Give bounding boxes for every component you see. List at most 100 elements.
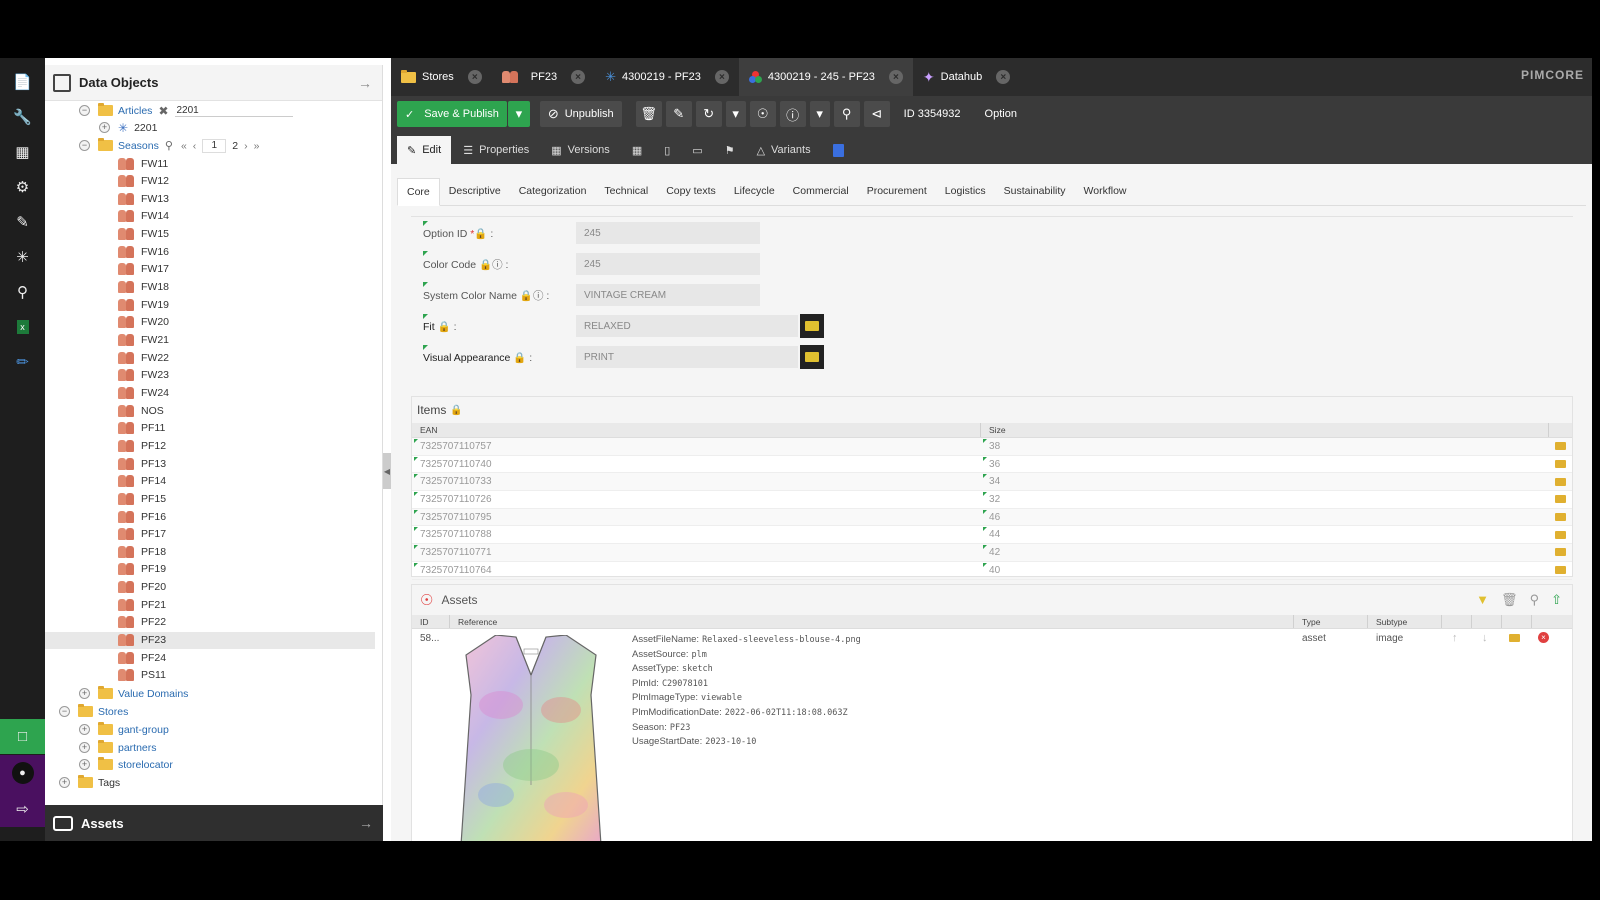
tree-node-label[interactable]: FW18 <box>141 281 169 293</box>
tree-node-label[interactable]: PF22 <box>141 616 166 628</box>
tree-node-season[interactable]: FW16 <box>45 243 375 260</box>
tree-node-label[interactable]: FW11 <box>141 158 168 170</box>
reload-options-dropdown[interactable]: ▾ <box>725 101 746 127</box>
tree-node-season[interactable]: PF20 <box>45 579 375 596</box>
subtype-column-header[interactable]: Subtype <box>1368 615 1442 628</box>
page-input[interactable]: 1 <box>202 138 227 153</box>
info-button[interactable]: ⓘ <box>779 101 806 127</box>
chat-icon[interactable]: □ <box>0 719 45 754</box>
tree-node-season[interactable]: FW15 <box>45 226 375 243</box>
expand-toggle-icon[interactable]: + <box>79 759 90 770</box>
analytics-icon[interactable]: ▦ <box>0 135 45 169</box>
tree-node-season[interactable]: FW21 <box>45 332 375 349</box>
fit-open-relation-button[interactable] <box>800 314 824 338</box>
subtab-edit[interactable]: ✎ Edit <box>397 136 452 164</box>
tree-node-value-domains[interactable]: + Value Domains <box>45 685 375 702</box>
tree-node-label[interactable]: Stores <box>98 706 128 718</box>
tree-node-season[interactable]: FW17 <box>45 261 375 278</box>
show-in-tree-button[interactable]: ☉ <box>749 101 776 127</box>
next-page-number[interactable]: 2 <box>232 140 238 152</box>
option-id-field[interactable]: 245 <box>576 222 760 244</box>
unpublish-button[interactable]: ⊘ Unpublish <box>539 101 622 127</box>
collapse-toggle-icon[interactable]: − <box>59 706 70 717</box>
tree-node-label[interactable]: FW19 <box>141 299 169 311</box>
open-item-button[interactable] <box>1549 544 1572 561</box>
tree-node-season[interactable]: FW19 <box>45 296 375 313</box>
content-tab-descriptive[interactable]: Descriptive <box>440 177 510 205</box>
ean-column-header[interactable]: EAN <box>412 423 982 437</box>
tree-node-label[interactable]: FW12 <box>141 175 169 187</box>
expand-assets-arrow-icon[interactable]: → <box>359 815 373 831</box>
tree-node-label[interactable]: PF19 <box>141 563 166 575</box>
open-item-button[interactable] <box>1549 456 1572 473</box>
subtab-tags[interactable]: ⚑ <box>715 136 745 164</box>
search-button[interactable]: ⚲ <box>833 101 860 127</box>
excel-icon[interactable]: x <box>0 310 45 344</box>
tree-node-label[interactable]: 2201 <box>134 122 157 134</box>
tree-node-label[interactable]: FW14 <box>141 210 169 222</box>
search-icon[interactable]: ⚲ <box>0 275 45 309</box>
asset-thumbnail-image[interactable] <box>456 635 606 841</box>
tree-node-label[interactable]: Seasons <box>118 140 159 152</box>
close-tab-icon[interactable]: × <box>467 70 482 84</box>
tab-article-4300219[interactable]: ✳ 4300219 - PF23 × <box>595 58 739 96</box>
expand-toggle-icon[interactable]: + <box>99 122 110 133</box>
table-row[interactable]: 7325707110726 32 <box>412 491 1572 509</box>
collapse-toggle-icon[interactable]: − <box>79 105 90 116</box>
close-tab-icon[interactable]: × <box>996 70 1011 84</box>
tree-node-season[interactable]: PF11 <box>45 420 375 437</box>
expand-toggle-icon[interactable]: + <box>59 777 70 788</box>
table-row[interactable]: 7325707110757 38 <box>412 438 1572 456</box>
tree-node-label[interactable]: PF14 <box>141 475 166 487</box>
filter-icon[interactable]: ▼ <box>1476 592 1489 608</box>
table-row[interactable]: 7325707110771 42 <box>412 544 1572 562</box>
type-column-header[interactable]: Type <box>1294 615 1368 628</box>
tree-node-season[interactable]: PF17 <box>45 526 375 543</box>
tree-node-label[interactable]: PF13 <box>141 458 166 470</box>
subtab-notes[interactable]: ▭ <box>682 136 712 164</box>
tree-node-season[interactable]: NOS <box>45 402 375 419</box>
assets-panel-header[interactable]: Assets → <box>45 805 383 841</box>
content-tab-core[interactable]: Core <box>397 178 440 206</box>
content-tab-lifecycle[interactable]: Lifecycle <box>725 177 784 205</box>
tab-option-245[interactable]: 4300219 - 245 - PF23 × <box>738 58 913 96</box>
tree-node-season[interactable]: FW24 <box>45 384 375 401</box>
tab-stores[interactable]: Stores × <box>391 58 492 96</box>
info-options-dropdown[interactable]: ▾ <box>809 101 830 127</box>
tree-node-season[interactable]: PF14 <box>45 473 375 490</box>
tree-node-gant-group[interactable]: + gant-group <box>45 721 375 738</box>
tree-node-season[interactable]: FW13 <box>45 190 375 207</box>
table-row[interactable]: 7325707110733 34 <box>412 473 1572 492</box>
rename-button[interactable]: ✎ <box>665 101 692 127</box>
tree-node-label[interactable]: PF21 <box>141 599 166 611</box>
open-item-button[interactable] <box>1549 491 1572 508</box>
tree-node-label[interactable]: FW21 <box>141 334 169 346</box>
tree-node-articles[interactable]: − Articles ✖ 2201 <box>45 102 375 119</box>
tree-node-label[interactable]: NOS <box>141 405 164 417</box>
color-code-field[interactable]: 245 <box>576 253 760 275</box>
tree-node-season[interactable]: PF22 <box>45 614 375 631</box>
tree-node-label[interactable]: Articles <box>118 105 152 117</box>
articles-filter-input[interactable]: 2201 <box>174 104 293 117</box>
tree-node-season[interactable]: PF12 <box>45 437 375 454</box>
share-button[interactable]: ⊲ <box>863 101 890 127</box>
tree-node-season[interactable]: FW20 <box>45 314 375 331</box>
tree-node-season[interactable]: PF19 <box>45 561 375 578</box>
table-row[interactable]: 7325707110740 36 <box>412 456 1572 474</box>
content-tab-copy-texts[interactable]: Copy texts <box>657 177 725 205</box>
tree-node-label[interactable]: FW13 <box>141 193 169 205</box>
prev-page-icon[interactable]: ‹ <box>193 140 197 152</box>
upload-icon[interactable]: ⇧ <box>1551 592 1562 608</box>
open-item-button[interactable] <box>1549 562 1572 579</box>
table-row[interactable]: 7325707110764 40 <box>412 562 1572 580</box>
search-icon[interactable]: ⚲ <box>165 139 173 152</box>
tab-datahub[interactable]: ✦ Datahub × <box>913 58 1020 96</box>
content-tab-workflow[interactable]: Workflow <box>1075 177 1136 205</box>
visual-appearance-open-relation-button[interactable] <box>800 345 824 369</box>
tree-node-label[interactable]: FW24 <box>141 387 169 399</box>
table-row[interactable]: 7325707110788 44 <box>412 526 1572 545</box>
tree-node-partners[interactable]: + partners <box>45 739 375 756</box>
collapse-panel-handle[interactable]: ◀ <box>383 453 391 489</box>
tree-node-label[interactable]: storelocator <box>118 759 173 771</box>
tree-node-label[interactable]: PF24 <box>141 652 166 664</box>
